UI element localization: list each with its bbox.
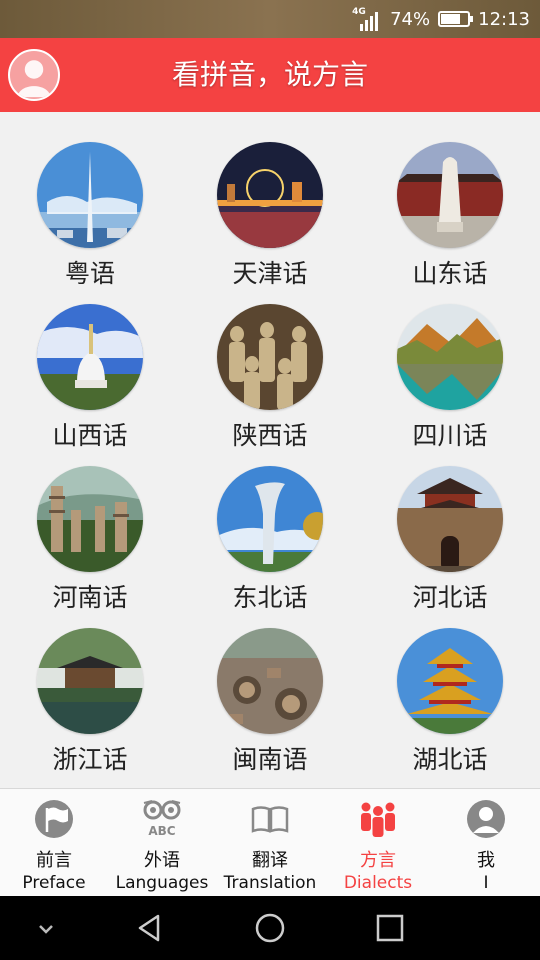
tab-label-zh: 外语 (144, 850, 180, 871)
dialect-grid: 粤语 天津话 山东话 山西话 陕西话 四川话 河南话 东北话 河北话 浙江话 闽… (0, 112, 540, 788)
status-bar: 4G 74% 12:13 (0, 0, 540, 38)
clock: 12:13 (478, 8, 530, 30)
yellow-crane-tower-image (397, 628, 503, 734)
battery-percent: 74% (390, 8, 431, 30)
dialect-item[interactable]: 陕西话 (180, 274, 360, 450)
tab-label-en: Preface (22, 873, 86, 893)
dialect-item[interactable]: 四川话 (360, 274, 540, 450)
dialect-item[interactable]: 河南话 (0, 436, 180, 612)
terracotta-warriors-image (217, 304, 323, 410)
white-pagoda-image (37, 304, 143, 410)
book-icon (251, 806, 289, 833)
system-nav-bar (0, 896, 540, 960)
dialect-item[interactable]: 山西话 (0, 274, 180, 450)
west-lake-pavilion-image (37, 628, 143, 734)
confucius-statue-image (397, 142, 503, 248)
dialect-item[interactable]: 山东话 (360, 112, 540, 288)
tab-label-en: Dialects (343, 873, 413, 893)
bottom-tab-bar: 前言 Preface ABC 外语 Languages 翻译 Translati… (0, 788, 540, 896)
tab-label-zh: 翻译 (252, 850, 288, 871)
tab-label-en: I (483, 873, 489, 893)
down-chevron-icon[interactable] (28, 910, 64, 946)
home-circle-icon[interactable] (252, 910, 288, 946)
back-triangle-icon[interactable] (132, 910, 168, 946)
app-header: 看拼音，说方言 (0, 38, 540, 112)
city-wall-gate-image (397, 466, 503, 572)
dialect-item[interactable]: 东北话 (180, 436, 360, 612)
canton-tower-image (37, 142, 143, 248)
dialect-item[interactable]: 河北话 (360, 436, 540, 612)
tulou-village-image (217, 628, 323, 734)
tab-label-zh: 我 (477, 850, 495, 871)
tab-translation[interactable]: 翻译 Translation (216, 789, 324, 897)
abc-owl-icon: ABC (143, 800, 181, 838)
dialect-label: 湖北话 (412, 745, 488, 774)
modern-tower-image (217, 466, 323, 572)
tab-label-zh: 前言 (36, 850, 72, 871)
tianjin-eye-image (217, 142, 323, 248)
dialect-label: 闽南语 (232, 745, 308, 774)
user-icon (467, 800, 505, 838)
page-title: 看拼音，说方言 (171, 58, 368, 91)
tab-me[interactable]: 我 I (432, 789, 540, 897)
signal-icon: 4G (352, 7, 382, 31)
flag-icon (35, 800, 73, 838)
battery-icon (438, 11, 474, 27)
dialect-label: 浙江话 (52, 745, 128, 774)
tab-languages[interactable]: ABC 外语 Languages (108, 789, 216, 897)
tab-label-zh: 方言 (360, 850, 396, 871)
dialect-item[interactable]: 浙江话 (0, 598, 180, 774)
dialect-item[interactable]: 粤语 (0, 112, 180, 288)
tab-dialects[interactable]: 方言 Dialects (324, 789, 432, 897)
dialect-item[interactable]: 闽南语 (180, 598, 360, 774)
tab-preface[interactable]: 前言 Preface (0, 789, 108, 897)
shaolin-pagoda-forest-image (37, 466, 143, 572)
svg-text:ABC: ABC (148, 824, 175, 838)
tab-label-en: Languages (115, 873, 209, 893)
dialect-item[interactable]: 湖北话 (360, 598, 540, 774)
recents-square-icon[interactable] (372, 910, 408, 946)
people-group-icon (361, 802, 395, 837)
user-avatar-icon[interactable] (8, 49, 60, 101)
tab-label-en: Translation (223, 873, 317, 893)
jiuzhaigou-lake-image (397, 304, 503, 410)
dialect-item[interactable]: 天津话 (180, 112, 360, 288)
